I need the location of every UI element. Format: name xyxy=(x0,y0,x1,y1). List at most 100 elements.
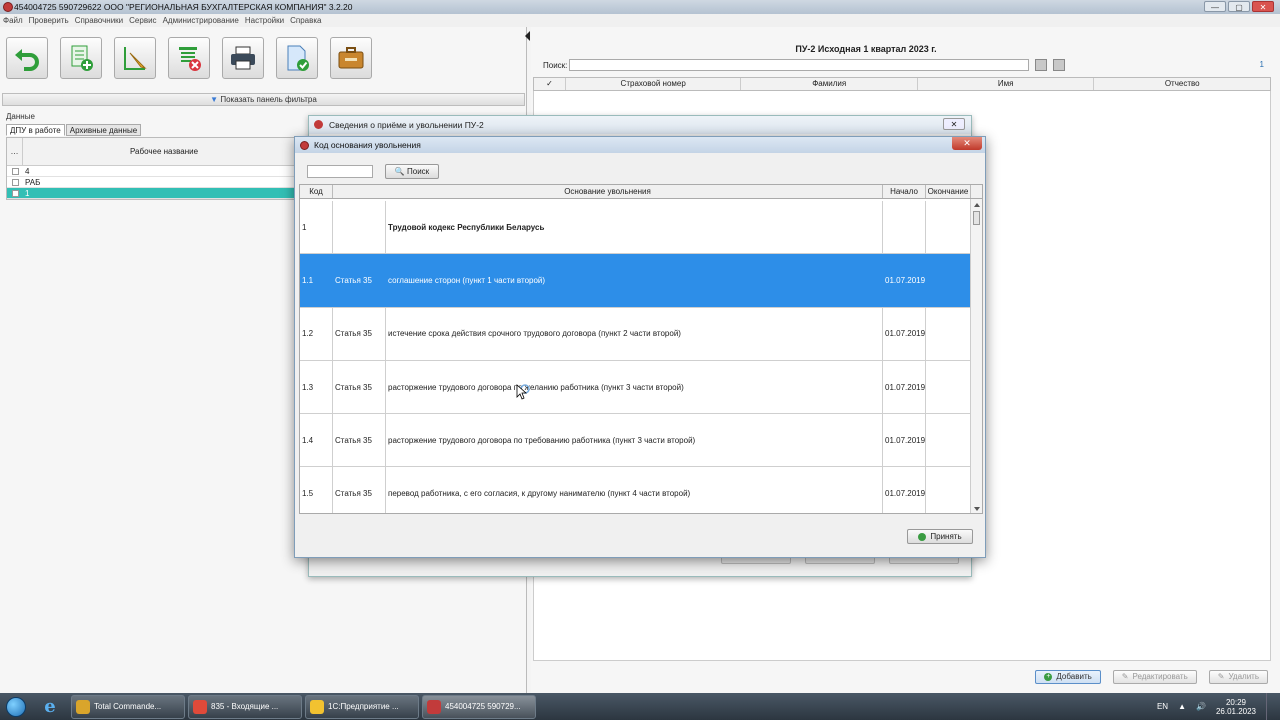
end-column-header[interactable]: Окончание xyxy=(926,185,971,198)
task-1c[interactable]: 1С:Предприятие ... xyxy=(305,694,419,719)
table-row[interactable]: 1.2 Статья 35 истечение срока действия с… xyxy=(300,307,971,361)
insurance-number-column-header[interactable]: Страховой номер xyxy=(566,78,742,90)
row-checkbox[interactable] xyxy=(11,178,19,186)
check-button[interactable] xyxy=(276,37,318,79)
row-start: 01.07.2019 xyxy=(883,467,926,513)
dialog-titlebar: Код основания увольнения ✕ xyxy=(295,137,985,153)
grid-body: 1 Трудовой кодекс Республики Беларусь 1.… xyxy=(300,201,971,513)
magnifier-icon: 🔍 xyxy=(394,167,405,176)
tray-arrow-icon[interactable]: ▲ xyxy=(1178,702,1186,711)
table-row[interactable]: 1 xyxy=(7,188,305,199)
search-label: Поиск: xyxy=(543,61,568,70)
clock[interactable]: 20:29 26.01.2023 xyxy=(1216,698,1256,716)
row-reason: расторжение трудового договора по требов… xyxy=(386,414,883,467)
tab-in-progress[interactable]: ДПУ в работе xyxy=(6,124,65,136)
search-input[interactable] xyxy=(569,59,1029,71)
start-column-header[interactable]: Начало xyxy=(883,185,926,198)
start-button[interactable] xyxy=(0,693,32,720)
scroll-up-icon[interactable] xyxy=(974,203,980,207)
archive-button[interactable] xyxy=(330,37,372,79)
table-row[interactable]: РАБ xyxy=(7,177,305,188)
menu-settings[interactable]: Настройки xyxy=(245,14,284,27)
show-desktop-button[interactable] xyxy=(1266,693,1276,720)
task-chrome[interactable]: 835 - Входящие ... xyxy=(188,694,302,719)
add-button[interactable] xyxy=(60,37,102,79)
find-label: Поиск xyxy=(407,167,430,176)
grid-scrollbar[interactable] xyxy=(970,199,982,513)
select-column-header[interactable]: … xyxy=(7,138,23,165)
back-button[interactable] xyxy=(6,37,48,79)
last-name-column-header[interactable]: Фамилия xyxy=(741,78,918,90)
clock-time: 20:29 xyxy=(1225,697,1246,707)
row-start: 01.07.2019 xyxy=(883,307,926,360)
name-column-header[interactable]: Рабочее название xyxy=(23,138,305,165)
task-total-commander[interactable]: Total Commande... xyxy=(71,694,185,719)
printer-icon xyxy=(231,46,255,70)
menu-file[interactable]: Файл xyxy=(3,14,23,27)
table-row[interactable]: 1.4 Статья 35 расторжение трудового дого… xyxy=(300,414,971,468)
row-checkbox[interactable] xyxy=(11,167,19,175)
delete-employee-button[interactable]: ✎ Удалить xyxy=(1208,670,1268,684)
check-column-header[interactable]: ✓ xyxy=(534,78,566,90)
edit-label: Редактировать xyxy=(1132,672,1188,681)
reason-column-header[interactable]: Основание увольнения xyxy=(333,185,883,198)
row-name: РАБ xyxy=(25,178,41,187)
language-indicator[interactable]: EN xyxy=(1157,702,1168,711)
row-code: 1.4 xyxy=(300,414,333,467)
table-row[interactable]: 1.1 Статья 35 соглашение сторон (пункт 1… xyxy=(300,254,971,308)
collapse-panel-arrow-icon[interactable] xyxy=(525,31,530,41)
find-button[interactable]: 🔍 Поиск xyxy=(385,164,439,179)
menu-administration[interactable]: Администрирование xyxy=(163,14,239,27)
dialog-title: Код основания увольнения xyxy=(314,140,421,150)
toolbar xyxy=(6,37,372,79)
first-name-column-header[interactable]: Имя xyxy=(918,78,1095,90)
ok-icon xyxy=(918,532,927,541)
print-button[interactable] xyxy=(222,37,264,79)
dismissal-code-dialog: Код основания увольнения ✕ 🔍 Поиск Код О… xyxy=(294,136,986,558)
scroll-thumb[interactable] xyxy=(973,211,980,225)
code-column-header[interactable]: Код xyxy=(300,185,333,198)
edit-document-icon xyxy=(124,47,147,70)
delete-button[interactable] xyxy=(168,37,210,79)
check-document-icon xyxy=(287,45,309,71)
close-dialog-button[interactable]: ✕ xyxy=(943,118,965,130)
patronymic-column-header[interactable]: Отчество xyxy=(1094,78,1270,90)
menu-check[interactable]: Проверить xyxy=(29,14,69,27)
row-checkbox[interactable] xyxy=(11,189,19,197)
clear-search-icon[interactable] xyxy=(1053,59,1065,71)
table-row[interactable]: 1.5 Статья 35 перевод работника, с его с… xyxy=(300,467,971,513)
row-code: 1 xyxy=(300,201,333,254)
code-search-input[interactable] xyxy=(307,165,373,178)
close-dialog-button[interactable]: ✕ xyxy=(952,137,982,150)
table-row[interactable]: 1 Трудовой кодекс Республики Беларусь xyxy=(300,201,971,255)
edit-employee-button[interactable]: ✎ Редактировать xyxy=(1112,670,1197,684)
menu-references[interactable]: Справочники xyxy=(75,14,123,27)
mouse-cursor-icon xyxy=(516,384,530,400)
task-company-app[interactable]: 454004725 590729... xyxy=(422,694,536,719)
row-start: 01.07.2019 xyxy=(883,414,926,467)
total-commander-icon xyxy=(76,699,90,714)
edit-button[interactable] xyxy=(114,37,156,79)
row-start: 01.07.2019 xyxy=(883,254,926,307)
menu-help[interactable]: Справка xyxy=(290,14,321,27)
maximize-button[interactable]: ▢ xyxy=(1228,1,1250,12)
row-code: 1.2 xyxy=(300,307,333,360)
tab-archive[interactable]: Архивные данные xyxy=(65,124,142,136)
row-article: Статья 35 xyxy=(333,414,386,467)
close-window-button[interactable]: ✕ xyxy=(1252,1,1274,12)
show-filter-button[interactable]: ▼ Показать панель фильтра xyxy=(2,93,525,106)
app-icon xyxy=(427,699,441,714)
table-row[interactable]: 1.3 Статья 35 расторжение трудового дого… xyxy=(300,360,971,415)
dialog-titlebar: Сведения о приёме и увольнении ПУ-2 ✕ xyxy=(309,116,971,134)
ie-pin[interactable]: e xyxy=(32,694,68,719)
menu-service[interactable]: Сервис xyxy=(129,14,156,27)
volume-icon[interactable]: 🔊 xyxy=(1196,702,1206,711)
accept-button[interactable]: Принять xyxy=(907,529,973,544)
delete-document-icon xyxy=(179,47,201,71)
briefcase-icon xyxy=(338,47,364,69)
add-employee-button[interactable]: + Добавить xyxy=(1035,670,1101,684)
search-option-icon[interactable] xyxy=(1035,59,1047,71)
scroll-down-icon[interactable] xyxy=(974,507,980,511)
minimize-button[interactable]: — xyxy=(1204,1,1226,12)
table-row[interactable]: 4 xyxy=(7,166,305,177)
